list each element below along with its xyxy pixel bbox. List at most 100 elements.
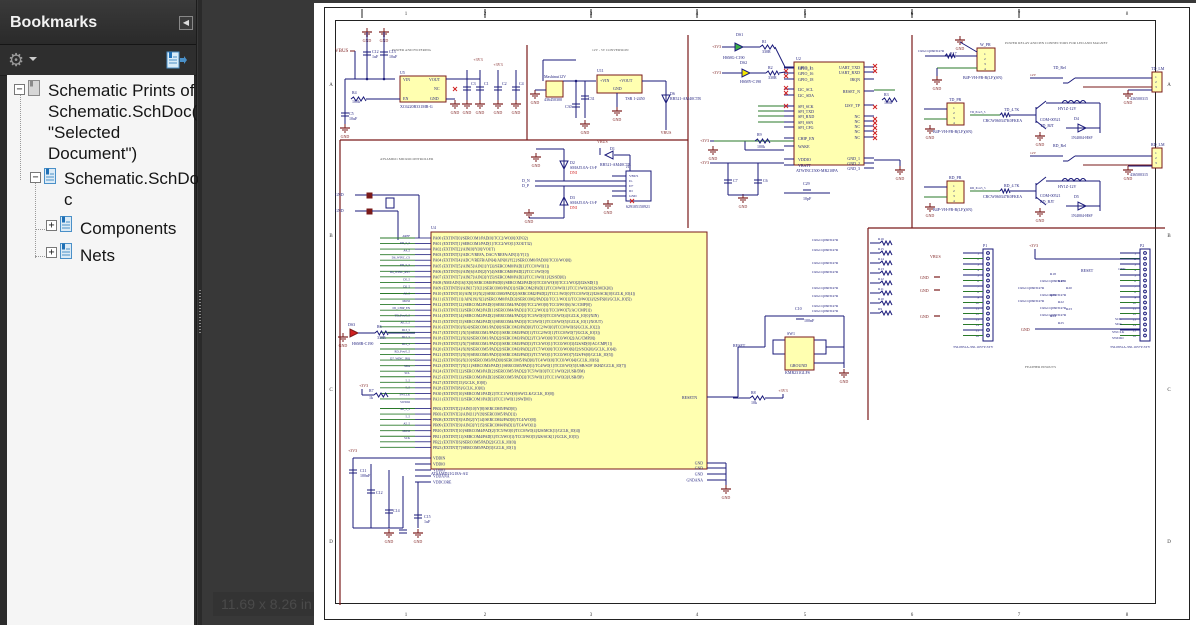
u2-pin-uart_rxd: UART_RXD — [839, 70, 860, 75]
u2-pin-irqn: IRQN — [850, 77, 860, 82]
bookmark-item-components[interactable]: Components — [80, 218, 176, 239]
part-td-pr: B4P-VH-FB-B(LF)(SN) — [933, 129, 973, 134]
pin-number: 10 — [976, 301, 980, 305]
u4-pin-label: PA20 (EXTINT[4]/X[8]/SERCOM5/PAD[2]/SERC… — [433, 348, 617, 352]
gnd-label: GND — [926, 135, 935, 140]
gnd-label: GND — [1124, 100, 1133, 105]
net-label: A4_5 — [403, 248, 410, 252]
collapse-toggle[interactable]: − — [14, 84, 25, 95]
u4-pin-label: PA13 (EXTINT[13]/SERCOM2/PAD[1]/SERCOM4/… — [433, 309, 592, 313]
bookmark-item-schematic-prints[interactable]: Schematic Prints of Schematic.SchDoc( "S… — [48, 80, 197, 164]
gear-icon[interactable]: ⚙ — [8, 50, 24, 70]
pin-number: 1 — [1134, 252, 1136, 256]
gnd-label: GND — [920, 288, 929, 293]
pin-number: 2 — [1155, 156, 1157, 160]
part-bjt-res: CRCW060347K0FKEA — [983, 194, 1022, 199]
ref-c2: C2 — [502, 81, 507, 86]
ref-r3: R3 — [884, 92, 889, 97]
u2-pin-nc: NC — [854, 135, 860, 140]
bookmarks-header: Bookmarks ◀ — [0, 0, 196, 45]
triangle-left-icon[interactable]: ◀ — [179, 16, 193, 30]
net-label: RD_Pow5_5 — [970, 186, 986, 190]
zone-column-label: 4 — [696, 613, 699, 618]
pin-number: 13 — [976, 318, 980, 322]
u4-pin-label: PA21 (EXTINT[5]/X[9]/SERCOM5/PAD[3]/SERC… — [433, 353, 614, 357]
u4-pin-label: PA09 (EXTINT[9]/AIN[17]/X[1]/SERCOM0/PAD… — [433, 286, 613, 290]
part-bjt: COM-00521 — [1040, 193, 1060, 198]
resistor-icon — [373, 392, 389, 398]
gnd-label: GND — [451, 110, 460, 115]
pin-number: 5 — [977, 274, 979, 278]
part-bjt: COM-00521 — [1040, 117, 1060, 122]
ref-resistor: R15 — [878, 247, 884, 251]
section-title: 12V - 5V CONVERSION — [592, 48, 629, 52]
part-u11: TSR 1-2450 — [625, 96, 645, 101]
resistor-part-label: CRGCQ0603J47R — [1040, 293, 1067, 297]
bookmark-export-icon[interactable] — [166, 51, 188, 69]
u4-pin-label: PA07 (EXTINT[7]/AIN[7]/AIN[3]/Y[5]/SERCO… — [433, 275, 566, 279]
zone-column-label: 5 — [804, 613, 807, 618]
expand-toggle[interactable]: + — [46, 220, 57, 231]
pin-number: 5 — [1134, 274, 1136, 278]
zone-column-label: 1 — [405, 613, 408, 618]
net-label-3v3: +3V3 — [778, 388, 787, 393]
ref-ds2: DS2 — [740, 60, 747, 65]
zone-column-label: 3 — [590, 613, 593, 618]
bookmark-page-icon — [44, 168, 56, 184]
net-label: TD_Pow5_5 — [970, 110, 986, 114]
ref-rd-rel: RD_Rel — [1053, 143, 1067, 148]
pin-number: 3 — [1134, 263, 1136, 267]
net-label: SDA — [1115, 322, 1122, 326]
bookmarks-tree: − Schematic Prints of Schematic.SchDoc( … — [7, 75, 199, 625]
ref-d1: D1 — [610, 146, 615, 151]
crystal-icon — [385, 197, 395, 209]
collapse-toggle[interactable]: − — [30, 172, 41, 183]
pin-number: 2 — [953, 111, 955, 115]
gnd-label: GND — [933, 86, 942, 91]
net-label: PD_5_5 — [400, 241, 410, 245]
u4-pin-label: PA28 (EXTINT[8]/GCLK_IO[0]) — [433, 386, 485, 390]
ref-w-pr: W_PR — [980, 42, 991, 47]
part-ds3: HSMR-C190 — [352, 341, 373, 346]
gnd-label: GND — [1036, 142, 1045, 147]
value-r3: 100k — [884, 100, 892, 105]
bookmark-item-schdoc[interactable]: Schematic.SchDo c — [64, 168, 199, 210]
schematic-drawing: 1122334455667788AABBCCDDPOWER AND FILTER… — [329, 9, 1171, 618]
part-p1: TSL0831A-350-1657Y-STY — [953, 345, 994, 349]
pin-nc: NC — [434, 86, 440, 91]
ref-p1: P1 — [983, 243, 987, 248]
wire — [1035, 100, 1047, 110]
u4-pin-label: PA16 (EXTINT[0]/X[4]/SERCOM1/PAD[0]/SERC… — [433, 325, 600, 329]
u4-gnd-pin: GND — [695, 462, 703, 466]
value-r25: 100R — [1118, 267, 1126, 271]
ref-ds3: DS3 — [348, 322, 355, 327]
net-label: 5_5 — [406, 378, 411, 382]
resistor-part-label: CRGCQ0603J47R — [812, 304, 839, 308]
resistor-icon — [879, 269, 893, 277]
u4-pin-label: PA01 (EXTINT[1]/SERCOM1/PAD[1]/TCC2/WO[1… — [433, 242, 532, 246]
pin-number: 7 — [977, 285, 979, 289]
net-label-d-p: D_P — [522, 183, 530, 188]
pin-number: 2 — [1155, 80, 1157, 84]
gnd-label: GND — [463, 110, 472, 115]
bookmark-label-line: Schematic.SchDoc( — [48, 102, 198, 121]
led-yellow-icon — [741, 68, 752, 78]
ref-sw1: SW1 — [787, 331, 795, 336]
u2-pin-gpio_18: GPIO_18 — [798, 77, 813, 82]
chevron-down-icon[interactable] — [29, 57, 37, 61]
resistor-part-label: CRGCQ0603J47R — [1040, 306, 1067, 310]
expand-toggle[interactable]: + — [46, 247, 57, 258]
splitter-grip[interactable] — [199, 290, 201, 335]
u4-pin-label: PB03 (EXTINT[3]/AIN[11]/Y[9]/SERCOM5/PAD… — [433, 413, 517, 417]
ref-jack: Mashinut12V — [544, 74, 566, 79]
value-c12: 1uF — [372, 54, 379, 59]
bookmark-item-nets[interactable]: Nets — [80, 245, 115, 266]
pin-number: 1 — [953, 184, 955, 188]
zone-column-label: 6 — [911, 613, 914, 618]
u4-pin-label: PA06 (EXTINT[6]/AIN[6]/AIN[2]/Y[4]/SERCO… — [433, 270, 550, 274]
ref-u5: U5 — [400, 70, 405, 75]
ref-c14: C14 — [393, 508, 400, 513]
net-label-reset: RESET — [1081, 268, 1094, 273]
pin-number: 9 — [1134, 296, 1136, 300]
value-c5: 10uF — [349, 116, 358, 121]
